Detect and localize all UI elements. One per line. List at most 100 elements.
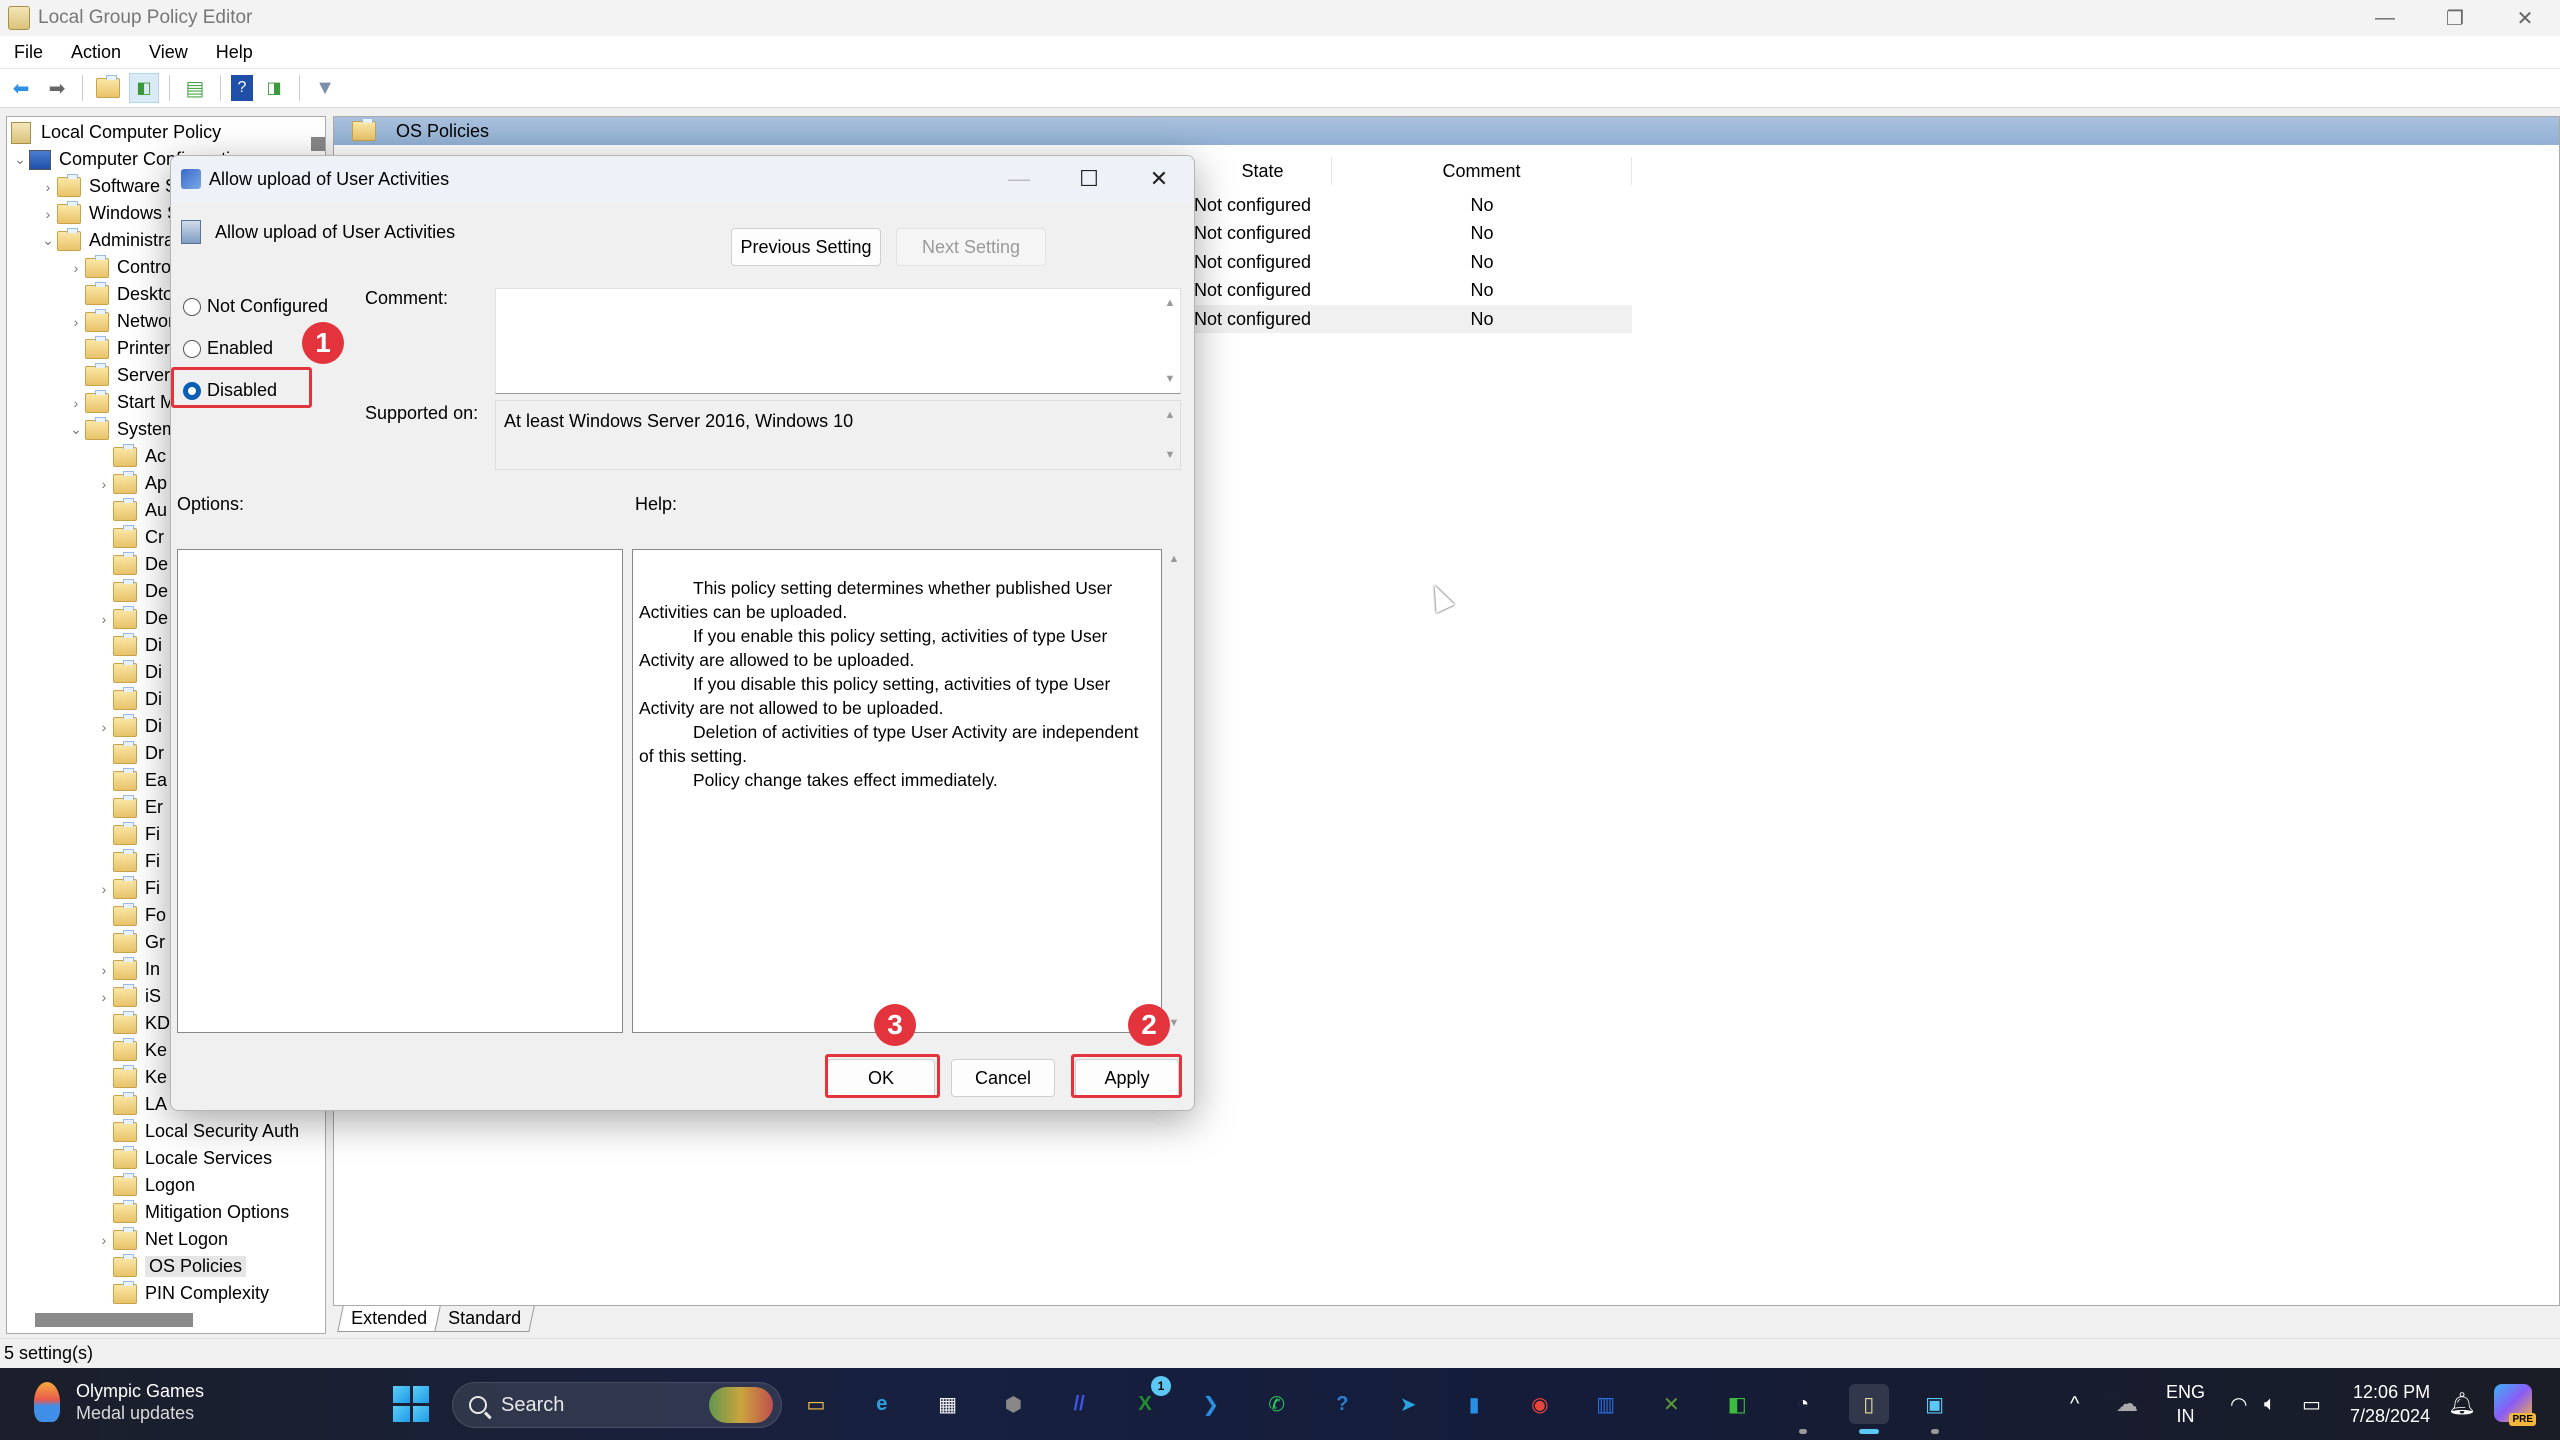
restore-button[interactable]: ❐ <box>2420 0 2490 36</box>
chevron-down-icon[interactable]: ⌄ <box>39 232 57 249</box>
tree-item[interactable]: Cr <box>95 524 164 551</box>
previous-setting-button[interactable]: Previous Setting <box>731 228 881 266</box>
clock-app-icon[interactable]: ◔ <box>1783 1384 1823 1434</box>
chevron-right-icon[interactable]: › <box>95 962 113 978</box>
filter-icon[interactable]: ▼ <box>310 73 340 103</box>
tree-item[interactable]: Er <box>95 794 163 821</box>
export-list-icon[interactable]: ▤ <box>180 73 210 103</box>
tree-item[interactable]: › Fi <box>95 875 160 902</box>
chevron-down-icon[interactable]: ⌄ <box>67 421 85 438</box>
menu-help[interactable]: Help <box>216 42 253 63</box>
menu-view[interactable]: View <box>149 42 188 63</box>
tree-item[interactable]: Logon <box>95 1172 195 1199</box>
tree-item[interactable]: De <box>95 551 168 578</box>
up-folder-icon[interactable] <box>93 73 123 103</box>
next-setting-button[interactable]: Next Setting <box>896 228 1046 266</box>
tree-item[interactable]: Di <box>95 686 162 713</box>
tree-item[interactable]: De <box>95 578 168 605</box>
app-window-icon[interactable]: ▣ <box>1915 1384 1955 1434</box>
tree-item[interactable]: OS Policies <box>95 1253 247 1280</box>
app-chart-icon[interactable]: ▥ <box>1586 1384 1626 1424</box>
cancel-button[interactable]: Cancel <box>951 1059 1055 1097</box>
menu-action[interactable]: Action <box>71 42 121 63</box>
tree-item[interactable]: Ea <box>95 767 167 794</box>
help-scrollbar[interactable]: ▲ ▼ <box>1167 549 1181 1033</box>
volume-icon[interactable]: 🔈︎ <box>2264 1368 2276 1440</box>
menu-file[interactable]: File <box>14 42 43 63</box>
wifi-icon[interactable]: ◠ <box>2230 1368 2247 1440</box>
telegram-icon[interactable]: ➤ <box>1388 1384 1428 1424</box>
tree-item[interactable]: › De <box>95 605 168 632</box>
tree-item[interactable]: › Ap <box>95 470 167 497</box>
chevron-right-icon[interactable]: › <box>39 179 57 195</box>
forward-icon[interactable]: ➡ <box>42 73 72 103</box>
dialog-maximize-button[interactable]: ☐ <box>1054 156 1124 202</box>
minimize-button[interactable]: — <box>2350 0 2420 36</box>
comment-textarea[interactable]: ▲ ▼ <box>495 288 1181 394</box>
tree-vertical-scrollbar[interactable] <box>311 137 325 151</box>
chrome-icon[interactable]: ◉ <box>1520 1384 1560 1424</box>
close-button[interactable]: ✕ <box>2490 0 2560 36</box>
tree-horizontal-scrollbar[interactable] <box>35 1313 193 1327</box>
chevron-right-icon[interactable]: › <box>95 1232 113 1248</box>
table-row[interactable]: Not configured No <box>1194 191 1632 219</box>
chevron-right-icon[interactable]: › <box>67 260 85 276</box>
radio-circle[interactable] <box>183 297 201 316</box>
copilot-icon[interactable]: PRE <box>2494 1384 2536 1426</box>
radio-enabled[interactable]: Enabled <box>183 338 273 359</box>
tree-item[interactable]: Di <box>95 632 162 659</box>
dialog-minimize-button[interactable]: — <box>984 156 1054 202</box>
app-hex-icon[interactable]: ⬢ <box>993 1384 1033 1424</box>
file-explorer-icon[interactable]: ▭ <box>796 1384 836 1424</box>
supported-scrollbar[interactable]: ▲ ▼ <box>1164 409 1176 461</box>
column-state[interactable]: State <box>1194 157 1332 185</box>
tree-item[interactable]: Di <box>95 659 162 686</box>
tree-item[interactable]: PIN Complexity <box>95 1280 269 1307</box>
tree-root[interactable]: Local Computer Policy <box>11 119 221 146</box>
battery-charging-icon[interactable]: ▭ <box>2302 1368 2321 1440</box>
xbox-icon[interactable]: X1 <box>1125 1376 1171 1424</box>
notification-bell-icon[interactable]: 🔔︎ <box>2448 1368 2476 1440</box>
tree-item[interactable]: Dr <box>95 740 164 767</box>
tree-item[interactable]: › Di <box>95 713 162 740</box>
gpedit-icon[interactable]: ▯ <box>1848 1384 1889 1434</box>
taskbar-search[interactable]: Search <box>452 1382 782 1428</box>
tree-item[interactable]: Printers <box>67 335 179 362</box>
tree-item[interactable]: Server <box>67 362 170 389</box>
app-blue-icon[interactable]: // <box>1059 1384 1099 1424</box>
app-xbox-green-icon[interactable]: ✕ <box>1651 1384 1691 1424</box>
app-box-icon[interactable]: ▮ <box>1454 1384 1494 1424</box>
column-comment[interactable]: Comment <box>1332 157 1632 185</box>
radio-circle[interactable] <box>183 339 201 358</box>
chevron-right-icon[interactable]: › <box>95 611 113 627</box>
app-green-icon[interactable]: ◧ <box>1717 1384 1757 1424</box>
edge-icon[interactable]: e <box>862 1384 902 1424</box>
chevron-right-icon[interactable]: › <box>67 395 85 411</box>
help-chat-icon[interactable]: ? <box>1322 1384 1362 1424</box>
back-icon[interactable]: ⬅ <box>6 73 36 103</box>
tree-item[interactable]: Locale Services <box>95 1145 272 1172</box>
chevron-right-icon[interactable]: › <box>67 314 85 330</box>
tree-item[interactable]: › In <box>95 956 160 983</box>
table-row[interactable]: Not configured No <box>1194 220 1632 248</box>
tree-item[interactable]: ⌄ System <box>67 416 177 443</box>
tree-item[interactable]: Ke <box>95 1037 167 1064</box>
chevron-right-icon[interactable]: › <box>95 719 113 735</box>
chevron-down-icon[interactable]: ⌄ <box>11 151 29 168</box>
table-row[interactable]: Not configured No <box>1194 305 1632 333</box>
show-hide-tree-icon[interactable]: ◧ <box>129 73 159 103</box>
table-row[interactable]: Not configured No <box>1194 248 1632 276</box>
tree-item[interactable]: Fi <box>95 848 160 875</box>
tab-extended[interactable]: Extended <box>337 1306 441 1332</box>
tree-item[interactable]: Fi <box>95 821 160 848</box>
onedrive-offline-icon[interactable]: ☁ <box>2116 1368 2138 1440</box>
tree-item[interactable]: Gr <box>95 929 165 956</box>
widgets-button[interactable]: Olympic Games Medal updates <box>34 1380 204 1424</box>
chevron-right-icon[interactable]: › <box>39 206 57 222</box>
show-hide-action-pane-icon[interactable]: ◨ <box>259 73 289 103</box>
chevron-right-icon[interactable]: › <box>95 881 113 897</box>
show-hidden-icons-chevron-icon[interactable]: ^ <box>2070 1368 2079 1440</box>
whatsapp-icon[interactable]: ✆ <box>1257 1384 1297 1424</box>
radio-not-configured[interactable]: Not Configured <box>183 296 328 317</box>
language-indicator[interactable]: ENG IN <box>2166 1380 2205 1428</box>
